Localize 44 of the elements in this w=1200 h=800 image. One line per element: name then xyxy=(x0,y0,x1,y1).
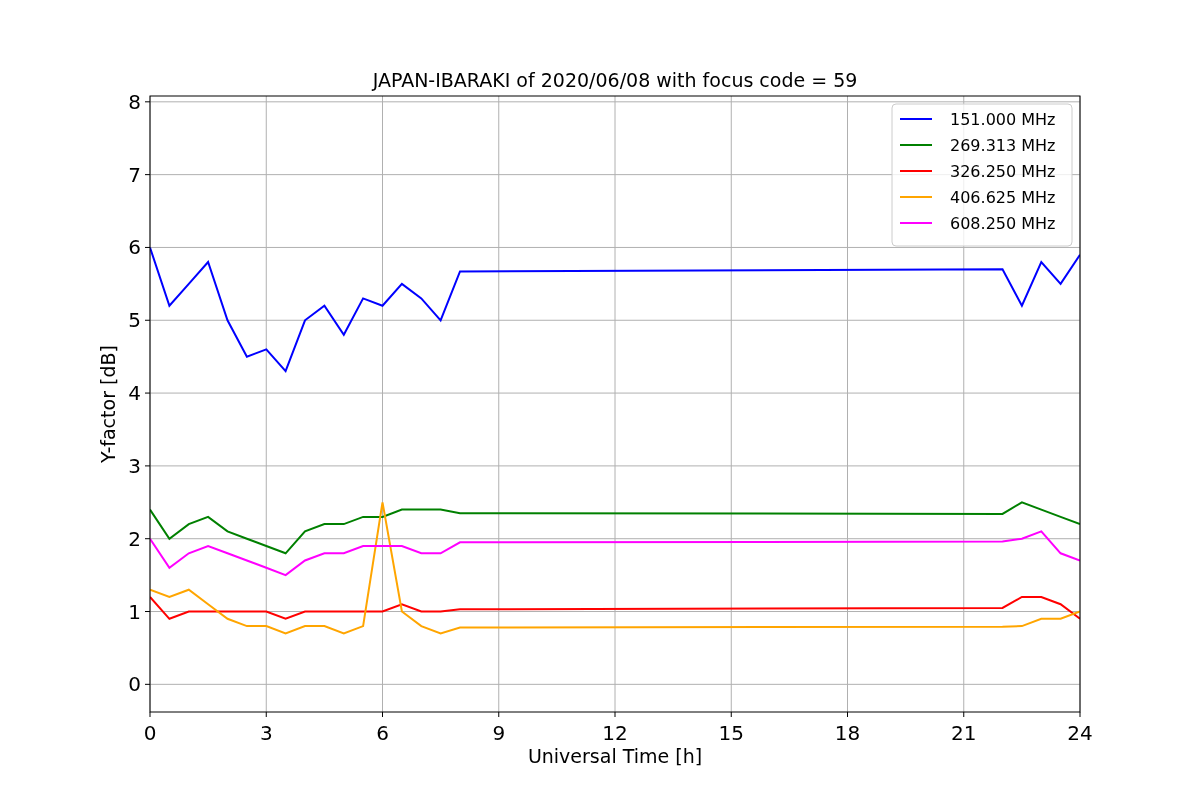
legend-label: 608.250 MHz xyxy=(950,214,1056,233)
y-axis-label: Y-factor [dB] xyxy=(97,345,119,463)
tick-mark xyxy=(382,711,383,718)
y-tick-label: 3 xyxy=(128,453,141,478)
y-tick-label: 0 xyxy=(128,672,141,697)
x-tick-label: 18 xyxy=(834,721,861,745)
tick-mark xyxy=(1079,711,1081,718)
tick-mark xyxy=(963,711,965,718)
y-tick-label: 2 xyxy=(128,526,141,551)
chart-title: JAPAN-IBARAKI of 2020/06/08 with focus code = 59 xyxy=(372,69,858,91)
y-tick-label: 1 xyxy=(128,599,141,624)
tick-mark xyxy=(144,538,151,540)
x-tick-label: 9 xyxy=(492,721,506,745)
tick-mark xyxy=(265,711,267,718)
x-tick-label: 24 xyxy=(1067,721,1093,745)
tick-mark xyxy=(144,246,151,248)
legend-label: 406.625 MHz xyxy=(950,188,1056,207)
x-tick-label: 12 xyxy=(602,721,628,745)
tick-mark xyxy=(144,465,151,467)
tick-mark xyxy=(144,101,151,103)
tick-mark xyxy=(144,611,151,612)
y-tick-label: 5 xyxy=(128,308,141,333)
x-tick-label: 15 xyxy=(718,721,744,745)
x-tick-label: 3 xyxy=(259,721,273,745)
tick-mark xyxy=(614,711,616,718)
tick-mark xyxy=(144,174,151,176)
x-tick-label: 21 xyxy=(951,721,977,745)
legend-label: 151.000 MHz xyxy=(950,110,1056,129)
tick-mark xyxy=(144,392,151,394)
y-tick-label: 7 xyxy=(128,162,141,187)
tick-mark xyxy=(847,711,848,718)
y-tick-label: 8 xyxy=(128,89,141,114)
legend-label: 326.250 MHz xyxy=(950,162,1056,181)
tick-mark xyxy=(144,683,151,685)
x-axis-label: Universal Time [h] xyxy=(527,745,703,767)
y-tick-label: 6 xyxy=(128,235,141,260)
tick-mark xyxy=(498,711,500,718)
legend-label: 269.313 MHz xyxy=(950,136,1056,155)
x-tick-label: 6 xyxy=(376,721,389,745)
tick-mark xyxy=(149,711,151,718)
x-tick-label: 0 xyxy=(143,721,157,745)
tick-mark xyxy=(144,319,151,321)
tick-mark xyxy=(730,711,732,718)
y-tick-label: 4 xyxy=(128,381,141,406)
